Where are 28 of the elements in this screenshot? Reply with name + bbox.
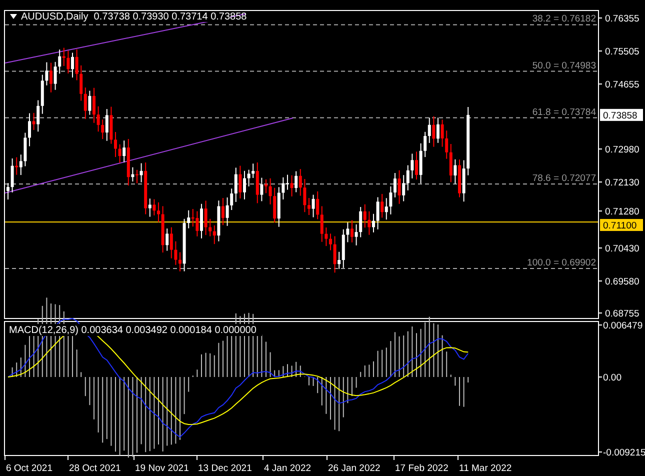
time-axis-label: 11 Mar 2022: [459, 463, 512, 474]
price-axis-label: 0.75505: [605, 46, 640, 58]
fibonacci-level-label: 50.0 = 0.74983: [532, 60, 596, 72]
line-price-tag: 0.71100: [600, 218, 643, 232]
time-axis-label: 26 Jan 2022: [328, 463, 380, 474]
time-axis-label: 19 Nov 2021: [135, 463, 189, 474]
price-axis-label: 0.72130: [605, 178, 640, 188]
price-axis-label: 0.69580: [605, 276, 640, 288]
time-axis-label: 13 Dec 2021: [198, 463, 252, 474]
fibonacci-level-label: 78.6 = 0.72077: [532, 173, 596, 184]
time-axis-label: 6 Oct 2021: [6, 463, 52, 474]
fibonacci-level-label: 38.2 = 0.76182: [532, 14, 596, 25]
symbol-info: AUDUSD,Daily 0.73738 0.73930 0.73714 0.73858: [21, 12, 247, 22]
current-price-tag: 0.73858: [600, 108, 643, 122]
fibonacci-level-label: 61.8 = 0.73784: [532, 106, 596, 118]
macd-axis-label: 0.006479: [603, 320, 643, 332]
fibonacci-level-label: 100.0 = 0.69902: [527, 257, 596, 268]
time-axis-label: 17 Feb 2022: [395, 463, 448, 474]
price-axis-label: 0.71280: [605, 206, 640, 218]
macd-axis-label: 0.00: [603, 372, 622, 384]
price-axis-label: 0.72980: [605, 144, 640, 156]
macd-title: MACD(12,26,9) 0.003634 0.003492 0.000184 0.000000: [9, 325, 256, 336]
price-axis-label: 0.70430: [605, 243, 640, 254]
time-axis-label: 28 Oct 2021: [69, 463, 121, 474]
price-axis-label: 0.76355: [605, 14, 640, 24]
price-axis-label: 0.68755: [605, 308, 640, 320]
price-axis-label: 0.74655: [605, 79, 640, 90]
time-axis-label: 4 Jan 2022: [264, 463, 312, 474]
